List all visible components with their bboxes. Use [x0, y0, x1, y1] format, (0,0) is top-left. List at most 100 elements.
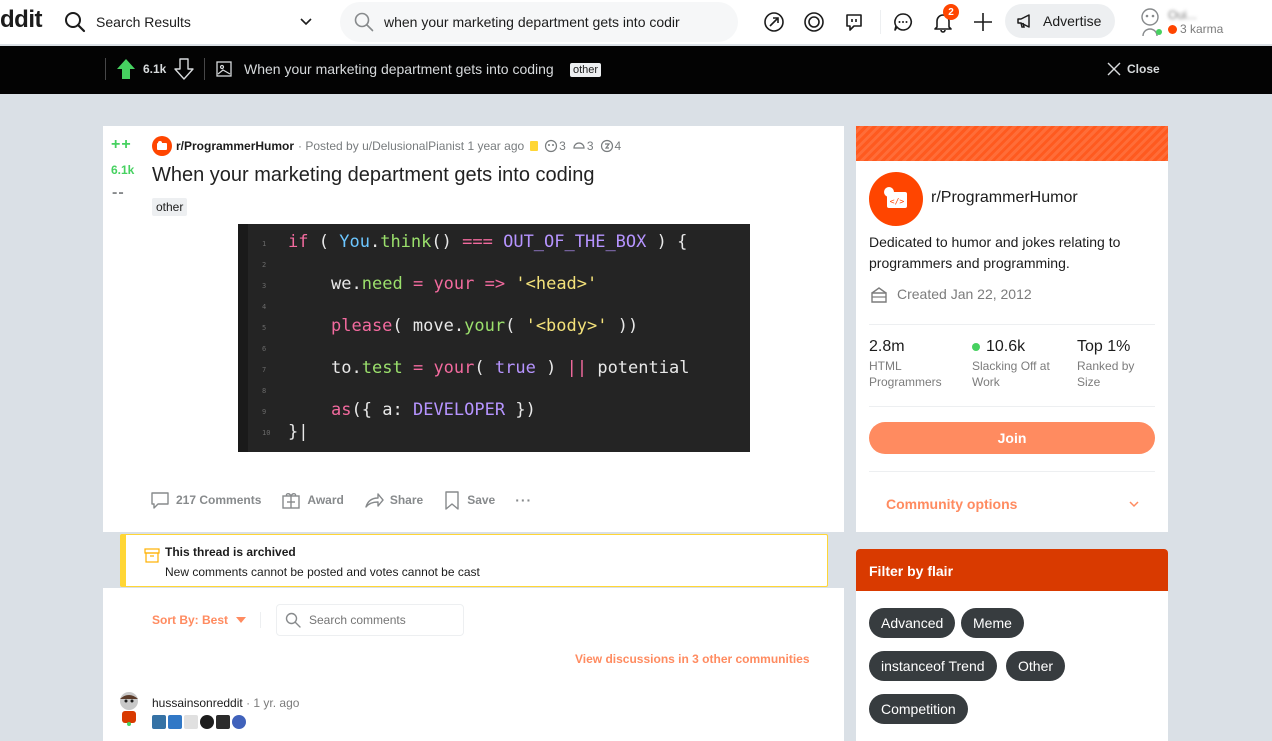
bookmark-icon [445, 491, 459, 510]
comment-username[interactable]: hussainsonreddit [152, 696, 243, 710]
popular-icon[interactable] [758, 6, 790, 38]
avatar[interactable] [113, 688, 145, 726]
reddit-logo[interactable]: ddit [0, 6, 42, 34]
stat-rank: Top 1% Ranked by Size [1077, 338, 1157, 390]
share-icon [365, 493, 384, 508]
archived-subtitle: New comments cannot be posted and votes … [165, 565, 480, 579]
cake-icon [871, 287, 887, 303]
share-label: Share [389, 493, 424, 507]
sort-dropdown[interactable]: Sort By: Best [152, 613, 247, 627]
post-flair[interactable]: other [152, 198, 188, 216]
talk-icon[interactable] [838, 6, 870, 38]
view-discussions-link[interactable]: View discussions in 3 other communities [575, 652, 810, 666]
stat-label: HTML Programmers [869, 359, 942, 389]
community-banner [856, 126, 1168, 161]
postbar-score: 6.1k [143, 62, 167, 76]
line-number: 1 [262, 240, 267, 248]
flair-tag-competition[interactable]: Competition [869, 694, 968, 724]
community-options-dropdown[interactable]: Community options [869, 488, 1155, 520]
search-comments-box[interactable] [276, 604, 464, 636]
flair-tag-meme[interactable]: Meme [961, 608, 1024, 638]
posted-by[interactable]: · Posted by u/DelusionalPianist 1 year a… [298, 139, 524, 153]
stat-online: 10.6k Slacking Off at Work [972, 338, 1072, 390]
stat-value: 10.6k [972, 338, 1072, 356]
code-line: as({ a: DEVELOPER }) [331, 400, 536, 420]
flair-tag-other[interactable]: Other [1006, 651, 1066, 681]
stat-online-value: 10.6k [986, 338, 1026, 355]
chevron-down-icon [1129, 501, 1139, 508]
chevron-down-icon [300, 18, 312, 26]
notification-badge: 2 [943, 4, 959, 20]
stat-members: 2.8m HTML Programmers [869, 338, 969, 390]
search-comments-input[interactable] [309, 613, 449, 627]
divider [260, 612, 261, 628]
comment-time[interactable]: · 1 yr. ago [246, 696, 299, 710]
user-menu[interactable]: Oui... 3 karma [1136, 2, 1272, 42]
created-date: Created Jan 22, 2012 [897, 286, 1032, 302]
image-post-icon [216, 61, 232, 77]
save-button[interactable]: Save [443, 490, 495, 510]
code-line: if ( You.think() === OUT_OF_THE_BOX ) { [288, 232, 688, 252]
upvote-button[interactable]: ++ [111, 136, 132, 154]
upvote-arrow-icon[interactable] [116, 58, 136, 80]
filter-by-flair-title: Filter by flair [856, 549, 1168, 591]
svg-text:</>: </> [890, 197, 905, 206]
rust-icon [200, 715, 214, 729]
comments-section: Sort By: Best View discussions in 3 othe… [103, 588, 844, 741]
comments-button[interactable]: 217 Comments [150, 490, 261, 510]
python-icon [152, 715, 166, 729]
postbar-flair: other [570, 63, 602, 77]
subreddit-link[interactable]: r/ProgrammerHumor [176, 139, 294, 153]
subreddit-icon[interactable] [152, 136, 172, 156]
post-card: ++ 6.1k -- r/ProgrammerHumor · Posted by… [103, 126, 844, 532]
line-number: 2 [262, 261, 267, 269]
close-button[interactable]: Close [1106, 61, 1160, 77]
comment-icon [151, 492, 169, 509]
caret-down-icon [236, 617, 247, 623]
downvote-button[interactable]: -- [112, 184, 125, 202]
line-number: 5 [262, 324, 267, 332]
community-avatar[interactable]: </> [869, 172, 923, 226]
post-image-code[interactable]: 1 2 3 4 5 6 7 8 9 10 if ( You.think() ==… [238, 224, 750, 452]
search-input[interactable] [384, 14, 684, 30]
downvote-arrow-icon[interactable] [174, 58, 194, 80]
award-icon-b: 3 [572, 139, 594, 153]
notifications-bell-icon[interactable]: 2 [927, 4, 959, 38]
community-name[interactable]: r/ProgrammerHumor [931, 189, 1078, 207]
share-button[interactable]: Share [364, 490, 423, 510]
coins-icon[interactable] [798, 6, 830, 38]
postbar-title[interactable]: When your marketing department gets into… [244, 61, 554, 77]
chat-icon[interactable] [887, 6, 919, 38]
line-number: 9 [262, 408, 267, 416]
line-number: 3 [262, 282, 267, 290]
gift-icon [282, 493, 301, 509]
header-icon-group: 2 [758, 4, 1007, 38]
more-options-icon: ··· [515, 492, 533, 508]
postbar-divider [105, 58, 106, 80]
code-line: }| [288, 422, 309, 442]
search-icon [354, 12, 374, 32]
create-post-plus-icon[interactable] [967, 6, 999, 38]
header-divider [880, 10, 881, 34]
archive-icon [144, 548, 160, 563]
feed-switcher[interactable]: Search Results [56, 4, 326, 40]
post-title: When your marketing department gets into… [152, 164, 595, 186]
award-icon-c: 4 [600, 139, 622, 153]
advertise-button[interactable]: Advertise [1005, 4, 1116, 38]
user-flair-icons [152, 715, 248, 729]
community-created: Created Jan 22, 2012 [869, 284, 1032, 304]
flair-tag-advanced[interactable]: Advanced [869, 608, 956, 638]
flair-tag-instanceof-trend[interactable]: instanceof Trend [869, 651, 997, 681]
divider [869, 406, 1155, 407]
join-button[interactable]: Join [869, 422, 1155, 454]
comments-label: 217 Comments [176, 493, 262, 507]
more-options-button[interactable]: ··· [515, 492, 532, 508]
line-number: 6 [262, 345, 267, 353]
karma-icon [1168, 24, 1177, 34]
post-overlay-bar: 6.1k When your marketing department gets… [0, 46, 1272, 94]
award-count: 4 [614, 139, 622, 153]
community-options-label: Community options [886, 496, 1018, 512]
avatar [1141, 8, 1162, 37]
award-button[interactable]: Award [281, 490, 344, 510]
search-bar[interactable] [340, 2, 738, 42]
